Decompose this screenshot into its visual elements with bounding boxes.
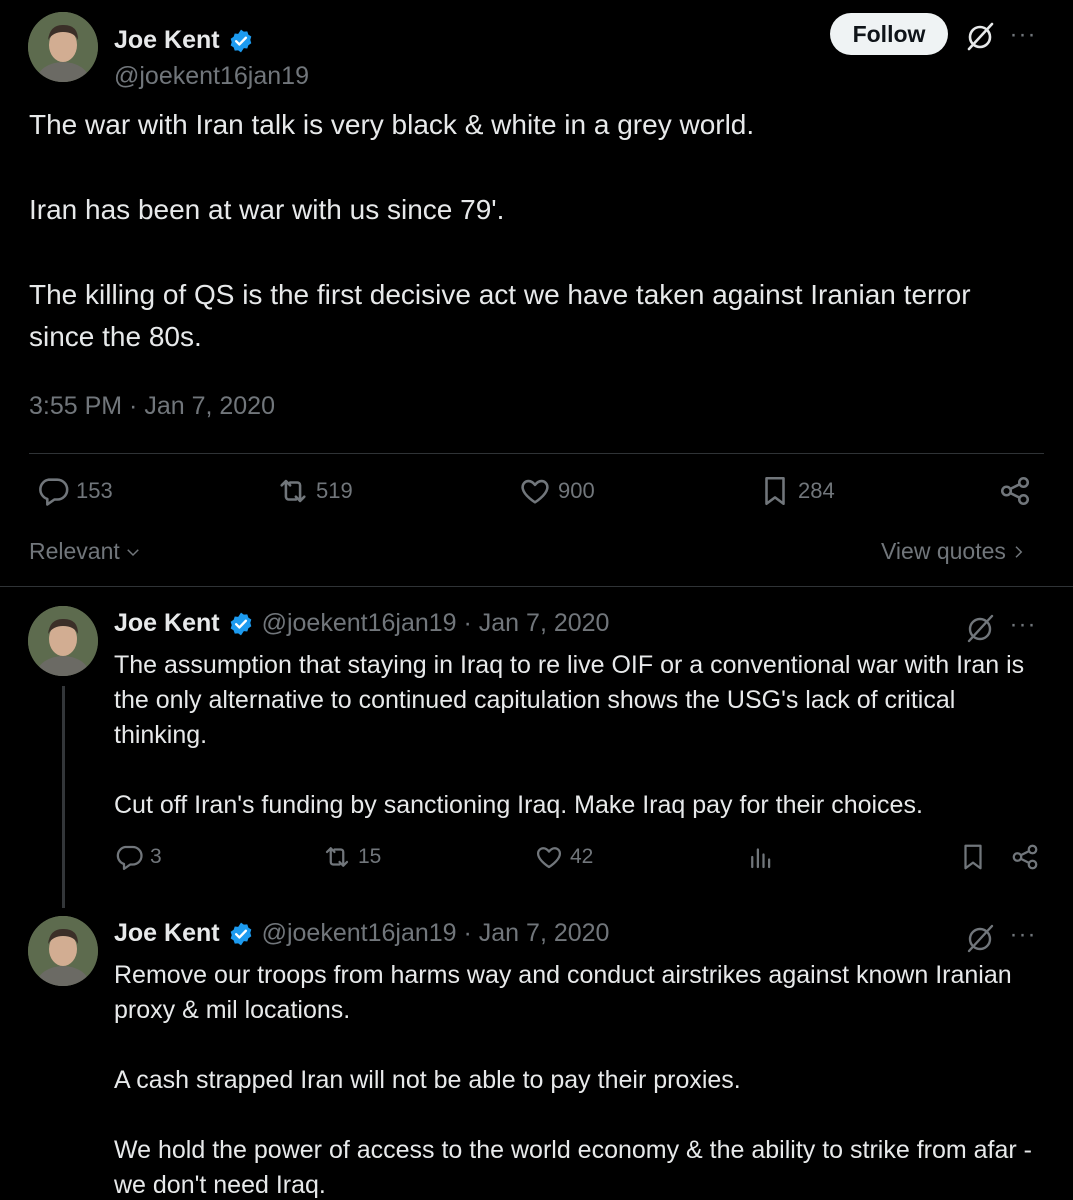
author-handle-date[interactable]: @joekent16jan19 · Jan 7, 2020: [262, 919, 610, 948]
main-tweet-text: The war with Iran talk is very black & w…: [29, 104, 1029, 358]
grok-icon[interactable]: [964, 612, 996, 644]
chevron-right-icon: [1015, 545, 1023, 558]
reply-paragraph: We hold the power of access to the world…: [114, 1136, 1033, 1199]
chevron-down-icon: [127, 548, 139, 556]
reply-button[interactable]: 153: [36, 474, 113, 508]
author-name-row: Joe Kent: [114, 26, 254, 55]
bookmark-count: 284: [798, 478, 835, 503]
grok-icon[interactable]: [964, 20, 996, 52]
reply-count: 153: [76, 478, 113, 503]
view-quotes-link[interactable]: View quotes: [881, 538, 1026, 565]
verified-badge-icon: [230, 922, 251, 945]
main-tweet-paragraph: The war with Iran talk is very black & w…: [29, 109, 755, 140]
author-handle-date[interactable]: @joekent16jan19 · Jan 7, 2020: [262, 609, 610, 638]
reply-paragraph: Cut off Iran's funding by sanctioning Ir…: [114, 791, 923, 819]
reply-icon: [39, 478, 69, 506]
bookmark-button[interactable]: [958, 842, 988, 872]
reply-paragraph: The assumption that staying in Iraq to r…: [114, 651, 1025, 749]
main-tweet-paragraph: Iran has been at war with us since 79'.: [29, 194, 505, 225]
reply-text: The assumption that staying in Iraq to r…: [114, 648, 1044, 823]
share-button[interactable]: [998, 474, 1032, 508]
reply-paragraph: A cash strapped Iran will not be able to…: [114, 1066, 741, 1094]
repost-icon: [325, 847, 349, 867]
views-icon: [751, 848, 771, 869]
tweet-thread: Joe Kent @joekent16jan19 Follow ··· The …: [0, 0, 1073, 1200]
sort-relevant-dropdown[interactable]: Relevant: [29, 538, 142, 565]
like-button[interactable]: 900: [518, 474, 595, 508]
repost-button[interactable]: 519: [276, 474, 353, 508]
avatar[interactable]: [28, 12, 98, 82]
reply-button[interactable]: 3: [114, 842, 162, 872]
like-count: 42: [570, 845, 594, 868]
reply-tweet[interactable]: Joe Kent @joekent16jan19 · Jan 7, 2020 ·…: [28, 916, 1048, 1200]
reply-paragraph: Remove our troops from harms way and con…: [114, 961, 1012, 1024]
reply-header: Joe Kent @joekent16jan19 · Jan 7, 2020: [114, 609, 609, 638]
verified-badge-icon: [230, 29, 251, 52]
author-name[interactable]: Joe Kent: [114, 26, 220, 55]
author-name[interactable]: Joe Kent: [114, 609, 220, 638]
follow-button[interactable]: Follow: [830, 13, 948, 55]
reply-actions: 3 15 42: [114, 842, 1064, 882]
divider: [0, 586, 1073, 587]
repost-count: 15: [358, 845, 382, 868]
share-icon: [1012, 844, 1038, 870]
grok-icon[interactable]: [964, 922, 996, 954]
like-button[interactable]: 42: [534, 842, 593, 872]
reply-icon: [116, 845, 143, 870]
like-icon: [521, 479, 549, 504]
bookmark-icon: [964, 844, 982, 870]
bookmark-button[interactable]: 284: [758, 474, 835, 508]
reply-count: 3: [150, 845, 162, 868]
verified-badge-icon: [230, 612, 251, 635]
repost-button[interactable]: 15: [322, 842, 381, 872]
avatar[interactable]: [28, 916, 98, 986]
share-button[interactable]: [1010, 842, 1040, 872]
more-icon[interactable]: ···: [1008, 610, 1038, 640]
view-quotes-label: View quotes: [881, 538, 1006, 564]
author-handle[interactable]: @joekent16jan19: [114, 62, 309, 91]
repost-icon: [280, 479, 306, 503]
share-icon: [1000, 476, 1030, 506]
reply-tweet[interactable]: Joe Kent @joekent16jan19 · Jan 7, 2020 ·…: [28, 606, 1048, 886]
tweet-timestamp[interactable]: 3:55 PM · Jan 7, 2020: [29, 392, 275, 421]
reply-text: Remove our troops from harms way and con…: [114, 958, 1044, 1200]
main-tweet-header: Joe Kent @joekent16jan19 Follow ···: [28, 12, 1048, 90]
more-icon[interactable]: ···: [1008, 20, 1038, 50]
more-icon[interactable]: ···: [1008, 920, 1038, 950]
main-tweet-actions: 153 519 900 284: [36, 474, 1046, 520]
main-tweet-paragraph: The killing of QS is the first decisive …: [29, 279, 971, 352]
like-icon: [536, 847, 562, 869]
author-name[interactable]: Joe Kent: [114, 919, 220, 948]
bookmark-icon: [765, 476, 785, 506]
like-count: 900: [558, 478, 595, 503]
views-button[interactable]: [746, 842, 776, 872]
repost-count: 519: [316, 478, 353, 503]
avatar[interactable]: [28, 606, 98, 676]
reply-header: Joe Kent @joekent16jan19 · Jan 7, 2020: [114, 919, 609, 948]
sort-label: Relevant: [29, 538, 120, 564]
divider: [29, 453, 1044, 454]
